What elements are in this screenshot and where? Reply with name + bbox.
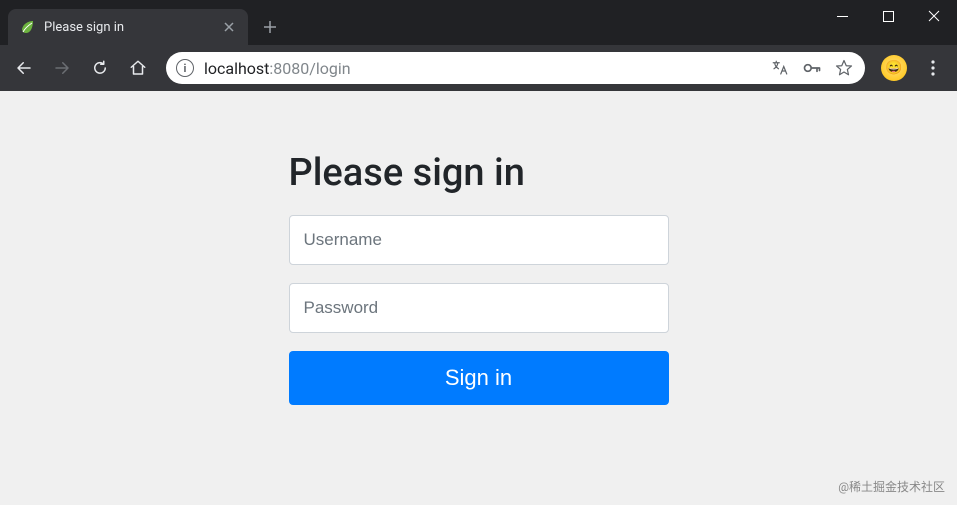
password-key-icon[interactable] (801, 57, 823, 79)
back-button[interactable] (8, 52, 40, 84)
profile-avatar[interactable]: 😄 (881, 55, 907, 81)
tabs-area: Please sign in (0, 0, 284, 45)
maximize-button[interactable] (865, 0, 911, 32)
page-heading: Please sign in (289, 151, 669, 195)
username-input[interactable] (289, 215, 669, 265)
close-tab-icon[interactable] (220, 18, 238, 36)
reload-button[interactable] (84, 52, 116, 84)
minimize-button[interactable] (819, 0, 865, 32)
home-button[interactable] (122, 52, 154, 84)
close-window-button[interactable] (911, 0, 957, 32)
browser-toolbar: i localhost:8080/login 😄 (0, 45, 957, 91)
password-input[interactable] (289, 283, 669, 333)
forward-button[interactable] (46, 52, 78, 84)
site-info-icon[interactable]: i (176, 59, 194, 77)
window-controls (819, 0, 957, 45)
spring-leaf-icon (20, 19, 36, 35)
signin-form: Please sign in Sign in (289, 151, 669, 505)
translate-icon[interactable] (769, 57, 791, 79)
tab-title: Please sign in (44, 20, 212, 35)
browser-tab[interactable]: Please sign in (8, 9, 248, 45)
bookmark-star-icon[interactable] (833, 57, 855, 79)
page-content: Please sign in Sign in (0, 91, 957, 505)
window-titlebar: Please sign in (0, 0, 957, 45)
signin-button[interactable]: Sign in (289, 351, 669, 405)
url-text: localhost:8080/login (204, 59, 759, 78)
menu-button[interactable] (917, 52, 949, 84)
new-tab-button[interactable] (256, 13, 284, 41)
address-bar[interactable]: i localhost:8080/login (166, 52, 865, 84)
watermark-text: @稀土掘金技术社区 (838, 478, 945, 495)
